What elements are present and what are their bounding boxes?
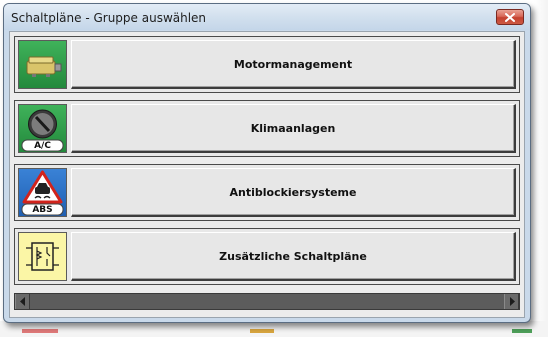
dialog-client-area: Motormanagement A/C Klimaanlagen ABS Ant… bbox=[9, 31, 525, 318]
scroll-left-button[interactable] bbox=[15, 294, 30, 309]
ac-knob-icon: A/C bbox=[18, 104, 67, 153]
ac-icon-label: A/C bbox=[34, 141, 51, 151]
group-row-klimaanlagen: A/C Klimaanlagen bbox=[14, 100, 520, 157]
background-edge-bottom bbox=[0, 321, 548, 337]
arrow-left-icon bbox=[20, 297, 25, 306]
dialog-title: Schaltpläne - Gruppe auswählen bbox=[11, 11, 207, 25]
group-button-zusaetzliche-schaltplaene[interactable]: Zusätzliche Schaltpläne bbox=[71, 232, 516, 281]
background-mark bbox=[512, 329, 532, 333]
engine-ecu-icon bbox=[18, 40, 67, 89]
abs-icon-label: ABS bbox=[32, 205, 53, 215]
close-button[interactable] bbox=[496, 9, 524, 25]
abs-warning-icon: ABS bbox=[18, 168, 67, 217]
group-button-motormanagement[interactable]: Motormanagement bbox=[71, 40, 516, 89]
background-mark bbox=[250, 329, 274, 333]
group-label: Klimaanlagen bbox=[250, 121, 336, 135]
group-row-zusaetzliche-schaltplaene: Zusätzliche Schaltpläne bbox=[14, 228, 520, 285]
relay-diagram-icon bbox=[18, 232, 67, 281]
group-label: Zusätzliche Schaltpläne bbox=[219, 249, 367, 263]
horizontal-scrollbar[interactable] bbox=[14, 293, 520, 310]
select-group-dialog: Schaltpläne - Gruppe auswählen Motormana… bbox=[3, 3, 531, 323]
background-mark bbox=[22, 329, 58, 333]
background-edge-right bbox=[534, 0, 548, 337]
group-label: Motormanagement bbox=[233, 57, 353, 71]
group-row-motormanagement: Motormanagement bbox=[14, 36, 520, 93]
dialog-titlebar[interactable]: Schaltpläne - Gruppe auswählen bbox=[4, 4, 530, 30]
scroll-right-button[interactable] bbox=[504, 294, 519, 309]
group-button-antiblockiersysteme[interactable]: Antiblockiersysteme bbox=[71, 168, 516, 217]
group-button-klimaanlagen[interactable]: Klimaanlagen bbox=[71, 104, 516, 153]
group-label: Antiblockiersysteme bbox=[229, 185, 357, 199]
group-row-antiblockiersysteme: ABS Antiblockiersysteme bbox=[14, 164, 520, 221]
close-icon bbox=[505, 13, 515, 22]
arrow-right-icon bbox=[510, 297, 515, 306]
